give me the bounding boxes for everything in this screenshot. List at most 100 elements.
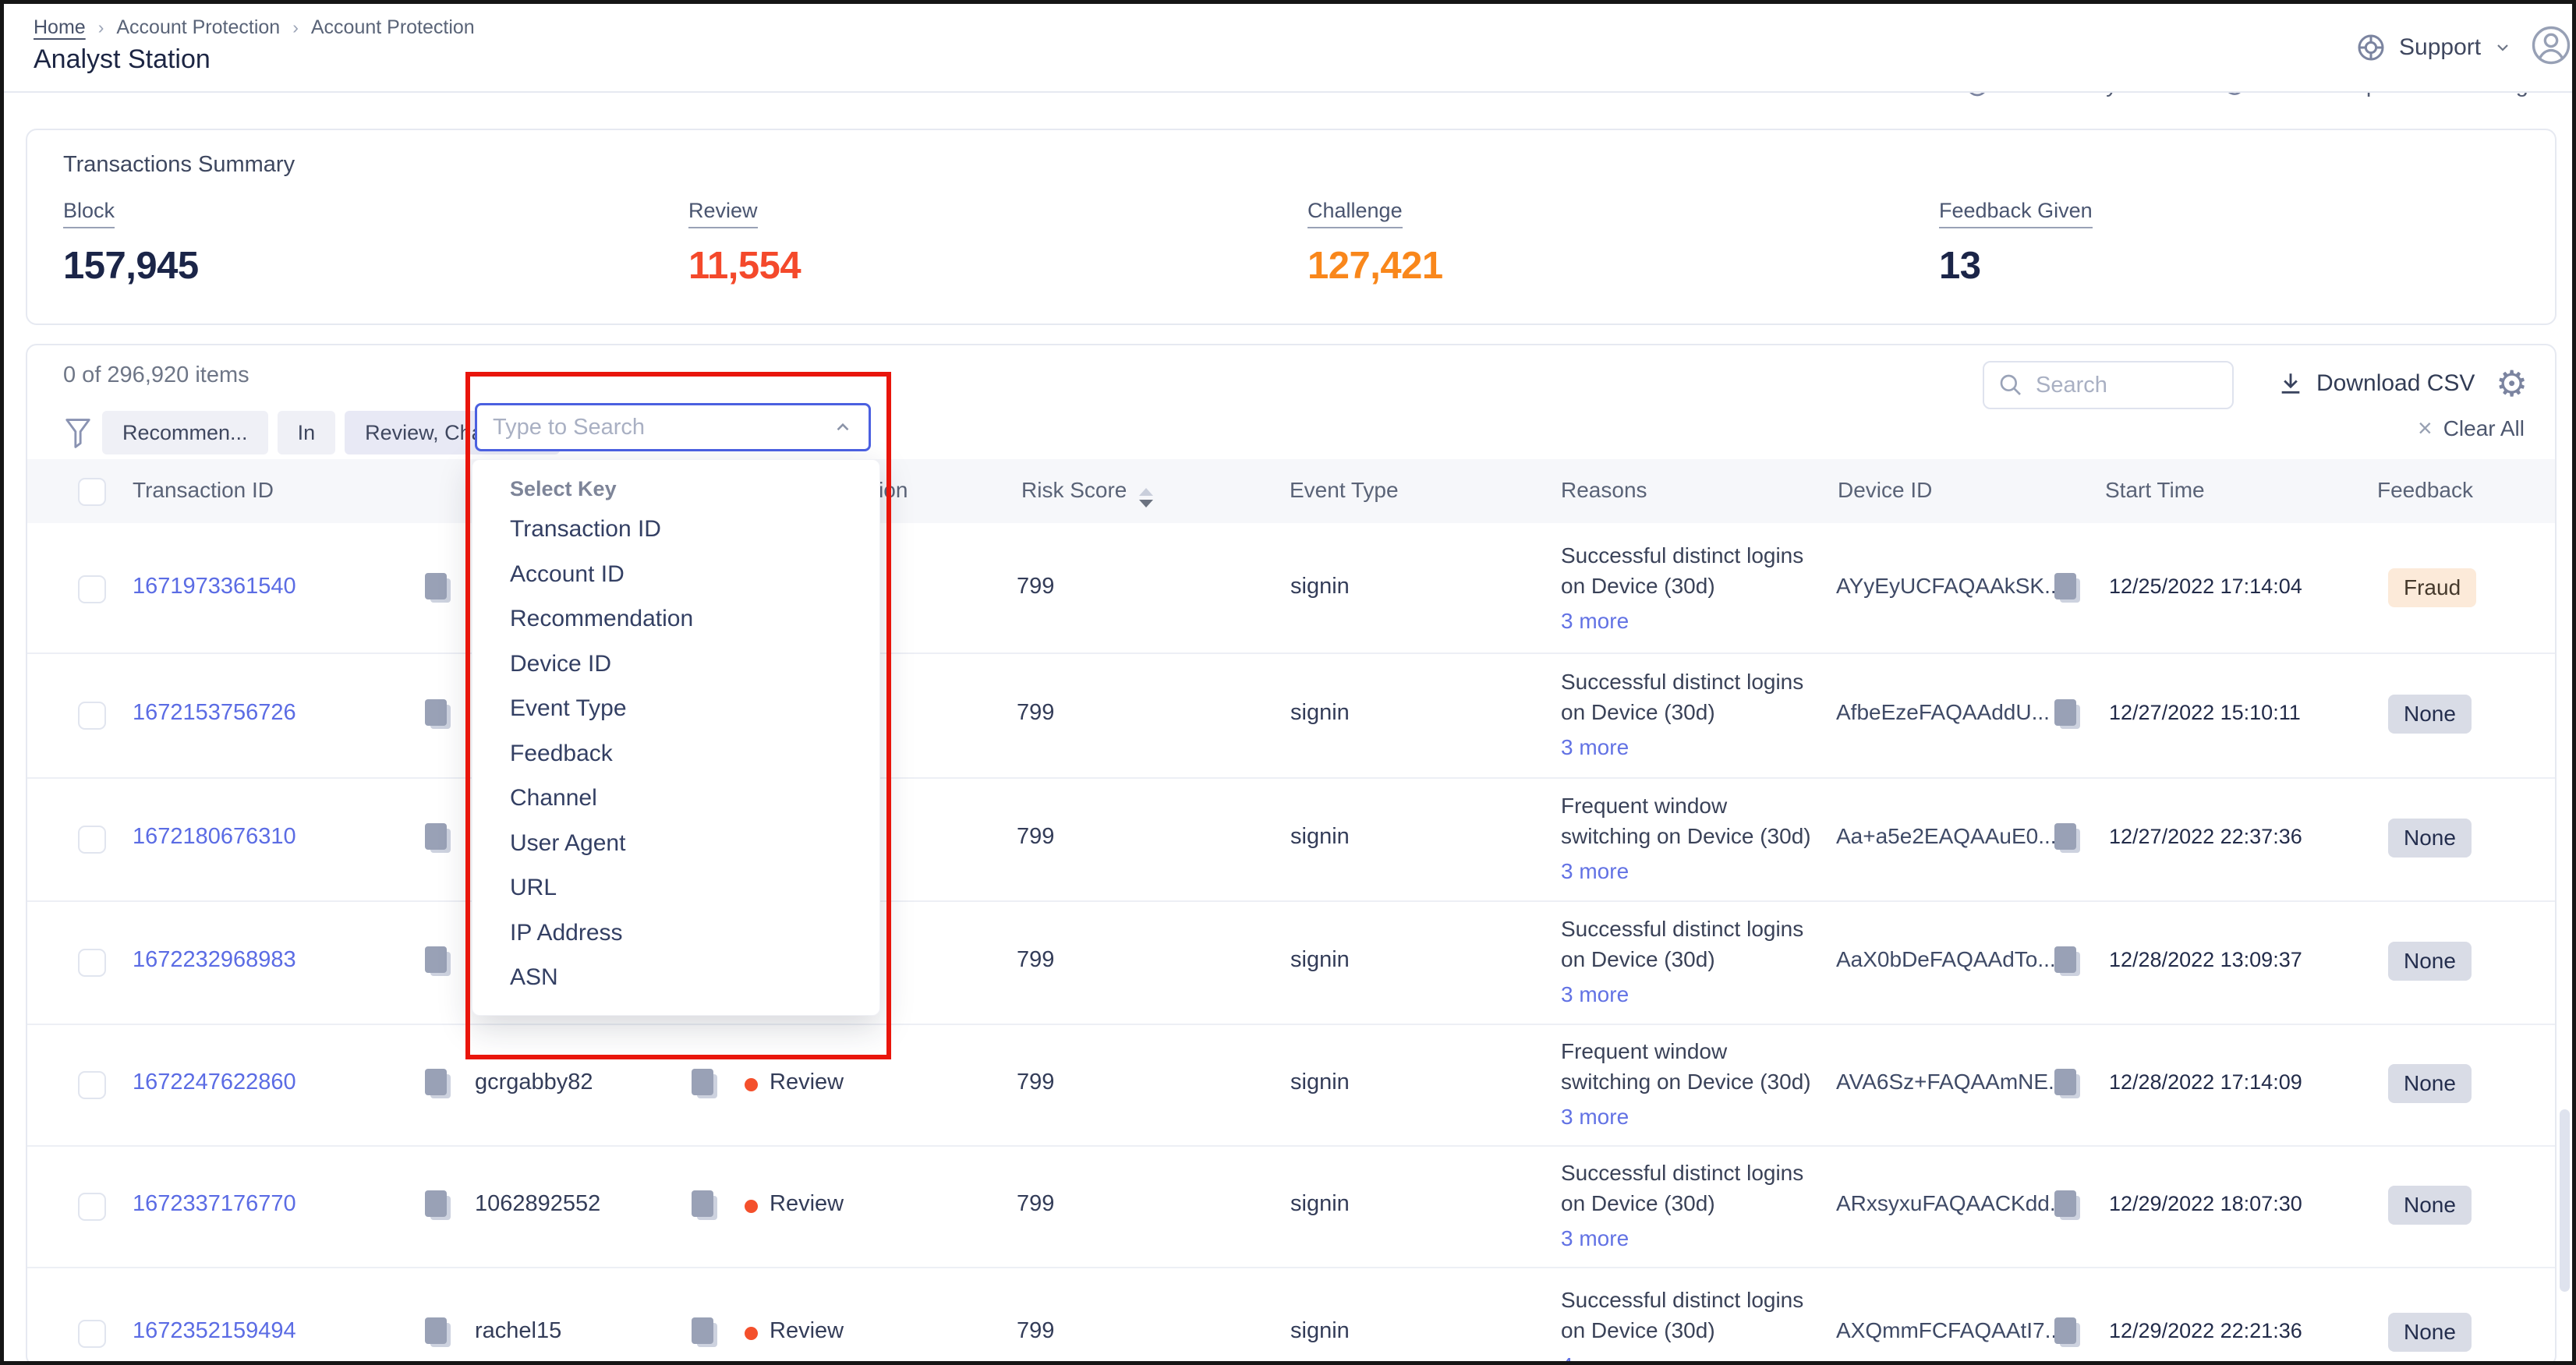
column-header-device-id[interactable]: Device ID (1838, 478, 1932, 503)
transaction-id-link[interactable]: 1672247622860 (133, 1070, 296, 1095)
column-header-start-time[interactable]: Start Time (2105, 478, 2205, 503)
row-checkbox[interactable] (78, 575, 106, 603)
download-csv-label: Download CSV (2316, 370, 2475, 397)
dropdown-option-ip-address[interactable]: IP Address (510, 920, 623, 946)
select-all-checkbox[interactable] (78, 478, 106, 506)
copy-icon[interactable] (692, 1069, 718, 1100)
transaction-id-link[interactable]: 1671973361540 (133, 574, 296, 599)
copy-icon[interactable] (425, 1069, 451, 1100)
vertical-scrollbar[interactable] (2560, 1109, 2570, 1292)
dropdown-option-transaction-id[interactable]: Transaction ID (510, 516, 661, 543)
download-csv-button[interactable]: Download CSV (2277, 370, 2475, 397)
feedback-badge: None (2388, 1313, 2472, 1352)
column-header-event-type[interactable]: Event Type (1290, 478, 1399, 503)
key-search-placeholder: Type to Search (493, 415, 645, 440)
more-reasons-link[interactable]: 3 more (1561, 606, 1629, 636)
row-checkbox[interactable] (78, 1193, 106, 1221)
reasons-cell: Frequent window switching on Device (30d… (1561, 790, 1842, 886)
transaction-id-link[interactable]: 1672180676310 (133, 824, 296, 850)
table-row: 1672352159494rachel15Review799signinSucc… (27, 1267, 2555, 1365)
reasons-cell: Successful distinct logins on Device (30… (1561, 540, 1842, 636)
dropdown-option-feedback[interactable]: Feedback (510, 741, 613, 767)
transaction-id-link[interactable]: 1672352159494 (133, 1318, 296, 1344)
row-checkbox[interactable] (78, 1320, 106, 1348)
column-header-transaction-id[interactable]: Transaction ID (133, 478, 274, 503)
copy-icon[interactable] (692, 1317, 718, 1349)
column-header-reasons[interactable]: Reasons (1561, 478, 1647, 503)
copy-icon[interactable] (425, 1190, 451, 1222)
dropdown-option-event-type[interactable]: Event Type (510, 695, 627, 722)
metric-feedback-given-label[interactable]: Feedback Given (1939, 199, 2093, 228)
copy-icon[interactable] (425, 699, 451, 730)
feedback-badge: None (2388, 942, 2472, 981)
more-reasons-link[interactable]: 4 more (1561, 1350, 1629, 1365)
copy-icon[interactable] (2054, 823, 2081, 854)
dropdown-option-url[interactable]: URL (510, 875, 557, 901)
dropdown-option-device-id[interactable]: Device ID (510, 651, 611, 677)
analyst-station-screen: Last 15 days Refresh: Updated 4 min ago … (0, 0, 2576, 1365)
copy-icon[interactable] (2054, 1069, 2081, 1100)
metric-block-label[interactable]: Block (63, 199, 115, 228)
event-type-value: signin (1290, 1318, 1350, 1344)
reasons-text: Successful distinct logins on Device (30… (1561, 543, 1803, 598)
transactions-summary-card: Transactions Summary Block 157,945 Revie… (26, 129, 2557, 325)
copy-icon[interactable] (425, 823, 451, 854)
dropdown-option-asn[interactable]: ASN (510, 964, 558, 991)
dropdown-option-channel[interactable]: Channel (510, 785, 597, 812)
risk-score-value: 799 (1017, 824, 1054, 850)
reasons-text: Frequent window switching on Device (30d… (1561, 1039, 1811, 1094)
metric-review: Review 11,554 (688, 199, 801, 288)
more-reasons-link[interactable]: 3 more (1561, 1223, 1629, 1254)
copy-icon[interactable] (2054, 1317, 2081, 1349)
user-avatar[interactable] (2530, 24, 2572, 66)
reasons-cell: Frequent window switching on Device (30d… (1561, 1036, 1842, 1132)
filter-chip-operator[interactable]: In (278, 411, 336, 454)
row-checkbox[interactable] (78, 826, 106, 854)
table-row: 1672153756726799signinSuccessful distinc… (27, 652, 2555, 779)
transaction-id-link[interactable]: 1672232968983 (133, 947, 296, 973)
feedback-badge: None (2388, 695, 2472, 734)
event-type-value: signin (1290, 700, 1350, 726)
support-menu[interactable]: Support (2355, 32, 2512, 63)
copy-icon[interactable] (425, 946, 451, 978)
metric-review-label[interactable]: Review (688, 199, 758, 228)
more-reasons-link[interactable]: 3 more (1561, 979, 1629, 1010)
copy-icon[interactable] (2054, 1190, 2081, 1222)
chevron-up-icon (833, 417, 853, 437)
column-header-risk-score[interactable]: Risk Score (1021, 478, 1153, 507)
more-reasons-link[interactable]: 3 more (1561, 1102, 1629, 1132)
row-checkbox[interactable] (78, 949, 106, 977)
device-id-value: AaX0bDeFAQAAdTo... (1836, 947, 2056, 972)
copy-icon[interactable] (425, 1317, 451, 1349)
search-placeholder: Search (2036, 373, 2107, 398)
more-reasons-link[interactable]: 3 more (1561, 732, 1629, 762)
row-checkbox[interactable] (78, 702, 106, 730)
more-reasons-link[interactable]: 3 more (1561, 856, 1629, 886)
risk-score-value: 799 (1017, 1070, 1054, 1095)
key-search-combobox[interactable]: Type to Search (475, 403, 871, 451)
copy-icon[interactable] (425, 573, 451, 604)
breadcrumb-account-protection[interactable]: Account Protection (116, 16, 280, 39)
table-row: 1672180676310799signinFrequent window sw… (27, 777, 2555, 902)
risk-score-value: 799 (1017, 1318, 1054, 1344)
metric-challenge-label[interactable]: Challenge (1307, 199, 1403, 228)
transaction-id-link[interactable]: 1672153756726 (133, 700, 296, 726)
filter-chip-field[interactable]: Recommen... (102, 411, 268, 454)
clear-all-button[interactable]: × Clear All (2418, 414, 2525, 443)
dropdown-option-recommendation[interactable]: Recommendation (510, 606, 693, 632)
table-search-input[interactable]: Search (1983, 361, 2234, 409)
review-status-dot-icon (745, 1327, 758, 1340)
column-header-feedback[interactable]: Feedback (2377, 478, 2473, 503)
breadcrumb-home[interactable]: Home (34, 16, 86, 39)
dropdown-option-account-id[interactable]: Account ID (510, 561, 625, 588)
gear-icon[interactable]: ⚙ (2496, 362, 2528, 405)
copy-icon[interactable] (2054, 573, 2081, 604)
copy-icon[interactable] (2054, 946, 2081, 978)
copy-icon[interactable] (692, 1190, 718, 1222)
row-checkbox[interactable] (78, 1071, 106, 1099)
copy-icon[interactable] (2054, 699, 2081, 730)
reasons-text: Frequent window switching on Device (30d… (1561, 794, 1811, 848)
dropdown-option-user-agent[interactable]: User Agent (510, 830, 625, 857)
sort-icon[interactable] (1139, 488, 1153, 507)
transaction-id-link[interactable]: 1672337176770 (133, 1191, 296, 1217)
